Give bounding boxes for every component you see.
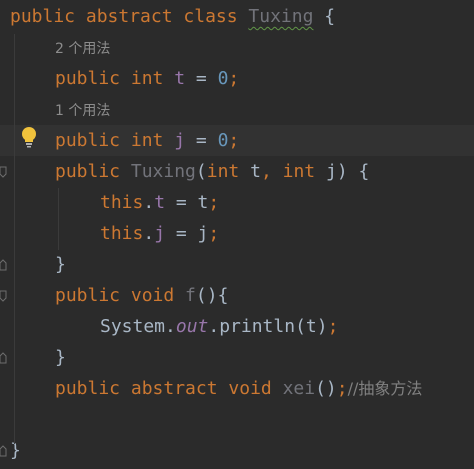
code-token: Tuxing	[130, 161, 196, 182]
code-line[interactable]: }	[0, 435, 474, 466]
code-token: = t	[165, 192, 209, 213]
code-token: public abstract void	[55, 378, 283, 399]
code-token: public	[55, 161, 131, 182]
code-token: this	[100, 223, 144, 244]
usages-hint-text[interactable]: 2 个用法	[55, 41, 110, 57]
code-line[interactable]: public int j = 0;	[0, 125, 474, 156]
code-line[interactable]: public Tuxing(int t, int j) {	[0, 156, 474, 187]
code-token: (){	[195, 285, 229, 306]
code-token: (	[195, 161, 207, 182]
code-token: 0	[217, 130, 229, 151]
code-token: t	[250, 161, 261, 182]
fold-marker-icon[interactable]	[0, 256, 7, 271]
code-line[interactable]: }	[0, 249, 474, 280]
code-token: .println(t)	[208, 316, 328, 337]
code-token: t	[154, 192, 166, 213]
code-token: ;	[327, 316, 339, 337]
usage-hint[interactable]: 1 个用法	[0, 94, 474, 125]
line-content: System.out.println(t);	[100, 311, 338, 342]
lightbulb-icon[interactable]	[20, 126, 38, 148]
code-token: ;	[208, 223, 220, 244]
code-line[interactable]: this.t = t;	[0, 187, 474, 218]
line-content: this.t = t;	[100, 187, 219, 218]
indent-guide	[14, 34, 15, 444]
code-line[interactable]: public int t = 0;	[0, 63, 474, 94]
line-content: this.j = j;	[100, 218, 219, 249]
code-token: {	[313, 6, 336, 27]
code-token: 0	[217, 68, 229, 89]
code-line[interactable]: public void f(){	[0, 280, 474, 311]
line-content: public int t = 0;	[55, 63, 239, 94]
line-content: public void f(){	[55, 280, 228, 311]
code-token: this	[100, 192, 144, 213]
line-content: }	[10, 435, 21, 466]
fold-marker-icon[interactable]	[0, 287, 7, 302]
code-token: ()	[315, 378, 337, 399]
code-line[interactable]: public abstract void xei();//抽象方法	[0, 373, 474, 404]
line-content: 1 个用法	[55, 94, 110, 127]
code-token: =	[185, 130, 218, 151]
code-token: ;	[208, 192, 220, 213]
code-token: ;	[228, 68, 240, 89]
code-token: public void	[55, 285, 186, 306]
fold-marker-icon[interactable]	[0, 163, 7, 178]
code-token: f	[185, 285, 196, 306]
code-token: xei	[282, 378, 316, 399]
code-token: public int	[55, 68, 175, 89]
code-token: System.	[100, 316, 176, 337]
code-token: j	[154, 223, 166, 244]
fold-marker-icon[interactable]	[0, 442, 7, 457]
usage-hint[interactable]: 2 个用法	[0, 32, 474, 63]
code-editor[interactable]: } public abstract void xei();//抽象方法} Syste…	[0, 0, 474, 469]
line-content: public int j = 0;	[55, 125, 239, 156]
code-token: }	[55, 254, 66, 275]
line-content: }	[55, 342, 66, 373]
indent-guide	[58, 188, 59, 250]
code-token: public abstract class	[10, 6, 249, 27]
code-line[interactable]: }	[0, 342, 474, 373]
code-token: .	[143, 223, 155, 244]
code-token: ;	[336, 378, 348, 399]
code-token: public int	[55, 130, 175, 151]
code-token: int	[206, 161, 251, 182]
code-token: j	[325, 161, 337, 182]
code-token: j	[174, 130, 186, 151]
code-line[interactable]: System.out.println(t);	[0, 311, 474, 342]
code-line[interactable]	[0, 404, 474, 435]
line-content: public Tuxing(int t, int j) {	[55, 156, 369, 187]
code-token: //抽象方法	[347, 379, 423, 398]
code-token: ,	[260, 161, 283, 182]
code-token: }	[55, 347, 66, 368]
line-content: 2 个用法	[55, 32, 110, 65]
line-content: public abstract class Tuxing {	[10, 1, 335, 32]
line-content: public abstract void xei();//抽象方法	[55, 373, 422, 404]
code-token: }	[10, 440, 21, 461]
code-token: .	[143, 192, 155, 213]
code-token: =	[185, 68, 218, 89]
usages-hint-text[interactable]: 1 个用法	[55, 103, 110, 119]
code-line[interactable]: this.j = j;	[0, 218, 474, 249]
code-token: int	[282, 161, 326, 182]
code-token: ) {	[336, 161, 370, 182]
fold-marker-icon[interactable]	[0, 349, 7, 364]
code-token: = j	[165, 223, 209, 244]
code-line[interactable]: public abstract class Tuxing {	[0, 1, 474, 32]
code-token: Tuxing	[248, 6, 314, 27]
code-token: ;	[228, 130, 240, 151]
code-token: out	[175, 316, 209, 337]
line-content: }	[55, 249, 66, 280]
code-token: t	[174, 68, 186, 89]
